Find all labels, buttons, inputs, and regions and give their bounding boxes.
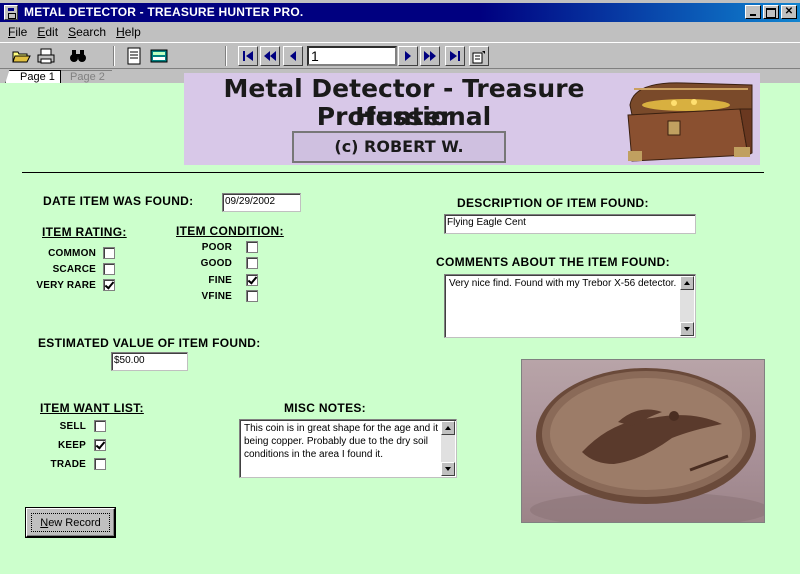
date-label: DATE ITEM WAS FOUND: xyxy=(43,194,194,208)
rating-scarce-label: SCARCE xyxy=(52,264,96,275)
last-record-button[interactable] xyxy=(445,46,465,66)
comments-text: Very nice find. Found with my Trebor X-5… xyxy=(449,278,677,289)
first-record-button[interactable] xyxy=(238,46,258,66)
menu-bar: File Edit Search Help xyxy=(0,23,800,41)
comments-field[interactable]: Very nice find. Found with my Trebor X-5… xyxy=(444,274,696,338)
tab-page-1[interactable]: Page 1 xyxy=(5,70,61,84)
minimize-button[interactable] xyxy=(745,5,761,19)
find-binoculars-icon[interactable] xyxy=(67,46,89,66)
scroll-up-button[interactable] xyxy=(441,421,455,435)
misc-notes-label: MISC NOTES: xyxy=(284,401,366,415)
description-field[interactable]: Flying Eagle Cent xyxy=(444,214,696,234)
menu-help[interactable]: Help xyxy=(112,23,147,41)
menu-file[interactable]: File xyxy=(4,23,33,41)
record-form: Metal Detector - Treasure Hunter Profess… xyxy=(0,73,800,574)
maximize-button[interactable] xyxy=(763,5,779,19)
window-title: METAL DETECTOR - TREASURE HUNTER PRO. xyxy=(24,5,304,19)
want-trade-checkbox[interactable] xyxy=(94,458,106,470)
want-sell-checkbox[interactable] xyxy=(94,420,106,432)
scroll-down-button[interactable] xyxy=(680,322,694,336)
condition-label: ITEM CONDITION: xyxy=(176,224,284,238)
open-folder-icon[interactable] xyxy=(10,46,32,66)
condition-fine-checkbox[interactable] xyxy=(246,274,258,286)
banner-title-line2: Professional xyxy=(316,102,492,131)
want-sell-label: SELL xyxy=(59,421,86,432)
menu-search[interactable]: Search xyxy=(64,23,112,41)
app-window: METAL DETECTOR - TREASURE HUNTER PRO. Fi… xyxy=(0,0,800,574)
report-icon[interactable] xyxy=(123,46,145,66)
previous-page-button[interactable] xyxy=(260,46,280,66)
tab-page-2[interactable]: Page 2 xyxy=(56,70,112,84)
condition-vfine-checkbox[interactable] xyxy=(246,290,258,302)
rating-common-label: COMMON xyxy=(48,248,96,259)
coin-image xyxy=(530,368,764,522)
scroll-up-button[interactable] xyxy=(680,276,694,290)
want-list-label: ITEM WANT LIST: xyxy=(40,401,144,415)
misc-notes-scrollbar[interactable] xyxy=(441,421,455,476)
title-bar[interactable]: METAL DETECTOR - TREASURE HUNTER PRO. xyxy=(0,3,800,22)
want-keep-checkbox[interactable] xyxy=(94,439,106,451)
record-number-field[interactable]: 1 xyxy=(307,46,397,66)
app-icon[interactable] xyxy=(4,5,18,20)
window-controls xyxy=(743,5,797,19)
rating-label: ITEM RATING: xyxy=(42,225,127,239)
banner-image: Metal Detector - Treasure Hunter Profess… xyxy=(184,73,760,165)
condition-good-label: GOOD xyxy=(200,258,232,269)
value-field[interactable]: $50.00 xyxy=(111,352,188,371)
banner-copyright: (c) ROBERT W. BENJAMIN xyxy=(292,131,506,163)
scroll-down-button[interactable] xyxy=(441,462,455,476)
condition-good-checkbox[interactable] xyxy=(246,257,258,269)
rating-common-checkbox[interactable] xyxy=(103,247,115,259)
previous-record-button[interactable] xyxy=(283,46,303,66)
condition-vfine-label: VFINE xyxy=(201,291,232,302)
condition-poor-checkbox[interactable] xyxy=(246,241,258,253)
want-keep-label: KEEP xyxy=(57,440,86,451)
toolbar-separator xyxy=(225,46,227,66)
want-trade-label: TRADE xyxy=(50,459,86,470)
divider xyxy=(22,172,764,173)
treasure-chest-icon xyxy=(627,82,753,162)
rating-very-rare-checkbox[interactable] xyxy=(103,279,115,291)
rating-very-rare-label: VERY RARE xyxy=(36,280,96,291)
misc-notes-text: This coin is in great shape for the age … xyxy=(244,423,439,460)
next-page-button[interactable] xyxy=(420,46,440,66)
next-record-button[interactable] xyxy=(398,46,418,66)
condition-poor-label: POOR xyxy=(201,242,232,253)
calculator-icon[interactable] xyxy=(148,46,170,66)
new-record-toolbar-icon[interactable] xyxy=(469,46,489,66)
new-record-button-label: New Record xyxy=(31,513,110,532)
toolbar: 1 xyxy=(0,42,800,69)
value-label: ESTIMATED VALUE OF ITEM FOUND: xyxy=(38,336,261,350)
misc-notes-field[interactable]: This coin is in great shape for the age … xyxy=(239,419,457,478)
condition-fine-label: FINE xyxy=(208,275,232,286)
close-button[interactable] xyxy=(781,5,797,19)
comments-label: COMMENTS ABOUT THE ITEM FOUND: xyxy=(436,255,670,269)
comments-scrollbar[interactable] xyxy=(680,276,694,336)
menu-edit[interactable]: Edit xyxy=(33,23,64,41)
new-record-button[interactable]: New Record xyxy=(26,508,115,537)
item-photo xyxy=(521,359,765,523)
description-label: DESCRIPTION OF ITEM FOUND: xyxy=(457,196,649,210)
rating-scarce-checkbox[interactable] xyxy=(103,263,115,275)
print-icon[interactable] xyxy=(35,46,57,66)
toolbar-separator xyxy=(113,46,115,66)
date-field[interactable]: 09/29/2002 xyxy=(222,193,301,212)
